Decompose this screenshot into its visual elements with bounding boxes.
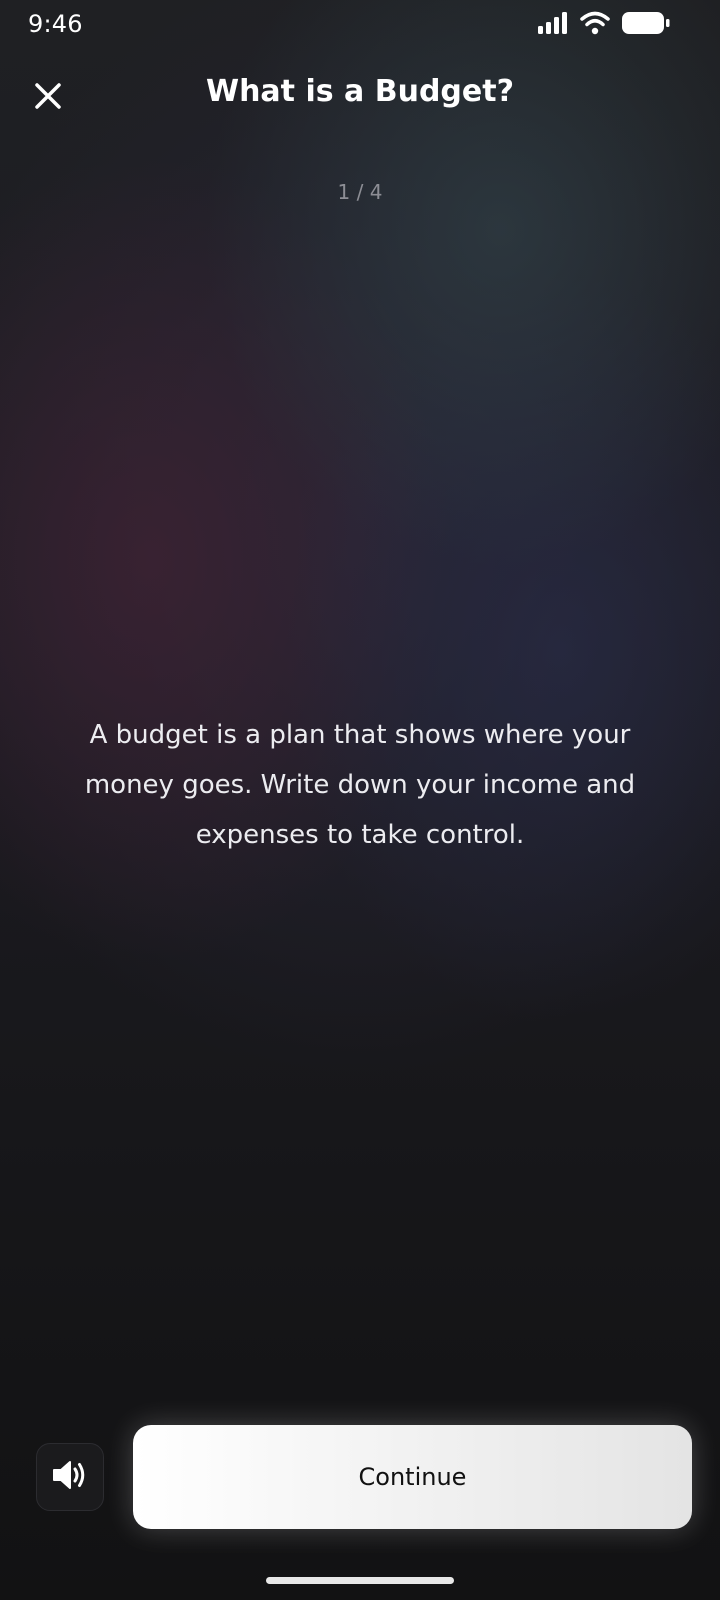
battery-icon [622,11,670,39]
progress-indicator: 1 / 4 [337,180,383,204]
speaker-icon [52,1459,88,1495]
sound-button[interactable] [36,1443,104,1511]
cellular-signal-icon [538,12,568,38]
status-icons [538,11,670,39]
lesson-text: A budget is a plan that shows where your… [84,720,636,850]
wifi-icon [580,11,610,39]
continue-button[interactable]: Continue [133,1425,692,1529]
status-time: 9:46 [28,10,83,38]
status-bar: 9:46 [0,0,720,50]
home-indicator[interactable] [266,1577,454,1584]
page-title: What is a Budget? [205,74,514,109]
